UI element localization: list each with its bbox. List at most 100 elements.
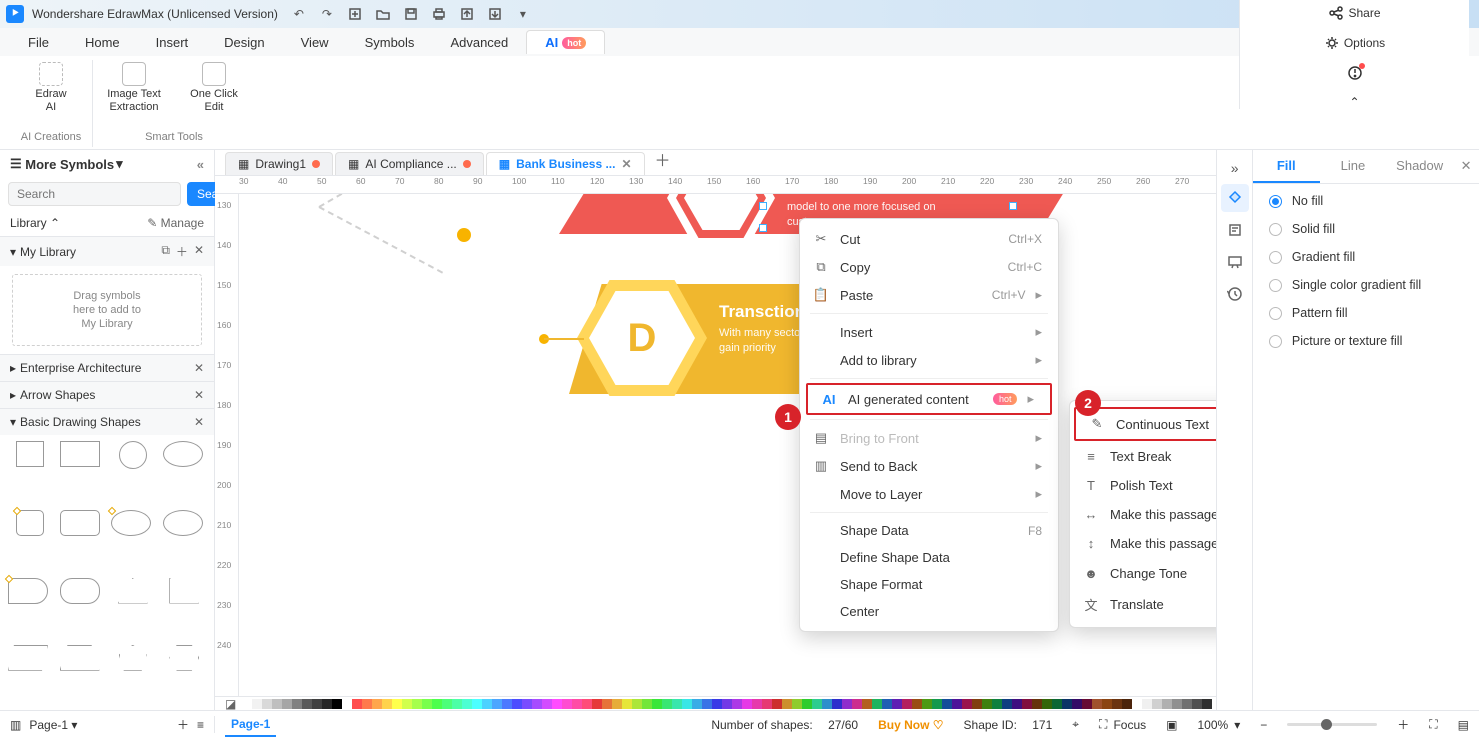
collapse-ribbon-icon[interactable]: ⌃ [1349, 95, 1359, 109]
doc-tab-2[interactable]: ▦AI Compliance ... [335, 152, 484, 175]
section-enterprise-architecture[interactable]: ▸Enterprise Architecture✕ [0, 354, 214, 381]
color-swatch[interactable] [602, 699, 612, 709]
menu-insert[interactable]: Insert [138, 31, 207, 54]
symbol-search-input[interactable] [8, 182, 181, 206]
menu-view[interactable]: View [283, 31, 347, 54]
color-swatch[interactable] [402, 699, 412, 709]
color-swatch[interactable] [1172, 699, 1182, 709]
color-swatch[interactable] [1052, 699, 1062, 709]
color-swatch[interactable] [982, 699, 992, 709]
color-swatch[interactable] [1012, 699, 1022, 709]
color-swatch[interactable] [742, 699, 752, 709]
shape-oval[interactable] [163, 441, 203, 467]
canvas[interactable]: model to one more focused on customer Tr… [239, 194, 1216, 696]
color-swatch[interactable] [422, 699, 432, 709]
color-swatch[interactable] [262, 699, 272, 709]
color-swatch[interactable] [352, 699, 362, 709]
ctx-define-shape-data[interactable]: Define Shape Data [800, 544, 1058, 571]
shape-pentagon[interactable] [119, 645, 147, 671]
color-swatch[interactable] [1162, 699, 1172, 709]
ctx-shape-data[interactable]: Shape DataF8 [800, 517, 1058, 544]
ctx-move-to-layer[interactable]: Move to Layer▸ [800, 480, 1058, 508]
shape-parallelogram[interactable] [8, 645, 48, 671]
color-swatch[interactable] [892, 699, 902, 709]
color-swatch[interactable] [302, 699, 312, 709]
buy-now-status[interactable]: Buy Now ♡ [878, 718, 943, 732]
color-swatch[interactable] [932, 699, 942, 709]
ctx-send-to-back[interactable]: ▥Send to Back▸ [800, 452, 1058, 480]
color-swatch[interactable] [462, 699, 472, 709]
color-swatch[interactable] [482, 699, 492, 709]
page-list-icon[interactable]: ▥ [10, 718, 21, 732]
color-swatch[interactable] [562, 699, 572, 709]
fill-option-picture-or-texture-fill[interactable]: Picture or texture fill [1269, 334, 1463, 348]
color-swatch[interactable] [512, 699, 522, 709]
color-swatch[interactable] [1092, 699, 1102, 709]
shape-d[interactable] [8, 578, 48, 604]
page-selector[interactable]: Page-1 ▾ [29, 718, 77, 732]
menu-home[interactable]: Home [67, 31, 138, 54]
color-swatch[interactable] [1072, 699, 1082, 709]
active-page[interactable]: Page-1 [225, 713, 276, 737]
menu-advanced[interactable]: Advanced [432, 31, 526, 54]
shape-hexagon[interactable] [169, 645, 199, 671]
color-swatch[interactable] [1202, 699, 1212, 709]
color-swatch[interactable] [632, 699, 642, 709]
color-swatch[interactable] [1112, 699, 1122, 709]
color-swatch[interactable] [642, 699, 652, 709]
color-swatch[interactable] [282, 699, 292, 709]
color-swatch[interactable] [812, 699, 822, 709]
color-swatch[interactable] [822, 699, 832, 709]
shape-rounded-rect[interactable] [60, 510, 100, 536]
ctx-shape-format[interactable]: Shape Format [800, 571, 1058, 598]
shape-trapezoid[interactable] [60, 645, 100, 671]
color-swatch[interactable] [362, 699, 372, 709]
color-swatch[interactable] [962, 699, 972, 709]
color-swatch[interactable] [242, 699, 252, 709]
color-swatch[interactable] [382, 699, 392, 709]
color-swatch[interactable] [322, 699, 332, 709]
shape-pill[interactable] [60, 578, 100, 604]
one-click-edit-button[interactable]: One Click Edit [179, 62, 249, 114]
add-page-button[interactable]: ＋ [177, 716, 189, 733]
color-swatch[interactable] [702, 699, 712, 709]
color-swatch[interactable] [1152, 699, 1162, 709]
qat-dropdown-icon[interactable]: ▾ [512, 3, 534, 25]
shape-ellipse-2[interactable] [163, 510, 203, 536]
shape-ellipse[interactable] [111, 510, 151, 536]
doc-tab-1[interactable]: ▦Drawing1 [225, 152, 333, 175]
close-icon[interactable]: ✕ [194, 388, 204, 402]
color-swatch[interactable] [272, 699, 282, 709]
shape-rect[interactable] [60, 441, 100, 467]
more-symbols-header[interactable]: ☰ More Symbols▾ « [0, 150, 214, 178]
import-icon[interactable] [484, 3, 506, 25]
color-swatch[interactable] [452, 699, 462, 709]
ai-sub-make-this-passage-shorter[interactable]: ↕Make this passage shorter [1070, 529, 1216, 558]
color-swatch[interactable] [412, 699, 422, 709]
zoom-in-button[interactable]: ＋ [1387, 716, 1419, 733]
fill-option-solid-fill[interactable]: Solid fill [1269, 222, 1463, 236]
notifications-icon[interactable] [1347, 65, 1363, 81]
ai-sub-change-tone[interactable]: ☻Change Tone▸ [1070, 558, 1216, 588]
color-swatch[interactable] [392, 699, 402, 709]
color-swatch[interactable] [432, 699, 442, 709]
color-swatch[interactable] [872, 699, 882, 709]
duplicate-icon[interactable]: ⧉ [161, 243, 170, 260]
print-icon[interactable] [428, 3, 450, 25]
color-swatch[interactable] [492, 699, 502, 709]
fit-icon[interactable]: ▣ [1156, 718, 1187, 732]
color-swatch[interactable] [802, 699, 812, 709]
color-swatch[interactable] [592, 699, 602, 709]
ctx-paste[interactable]: 📋PasteCtrl+V▸ [800, 281, 1058, 309]
library-dropdown[interactable]: Library ⌃ [10, 216, 60, 230]
target-icon[interactable]: ⌖ [1062, 717, 1089, 732]
color-swatch[interactable] [882, 699, 892, 709]
color-swatch[interactable] [782, 699, 792, 709]
new-icon[interactable] [344, 3, 366, 25]
focus-button[interactable]: ⛶ Focus [1089, 717, 1156, 732]
color-swatch[interactable] [922, 699, 932, 709]
color-swatch[interactable] [682, 699, 692, 709]
color-swatch[interactable] [652, 699, 662, 709]
color-swatch[interactable] [1192, 699, 1202, 709]
color-swatch[interactable] [612, 699, 622, 709]
